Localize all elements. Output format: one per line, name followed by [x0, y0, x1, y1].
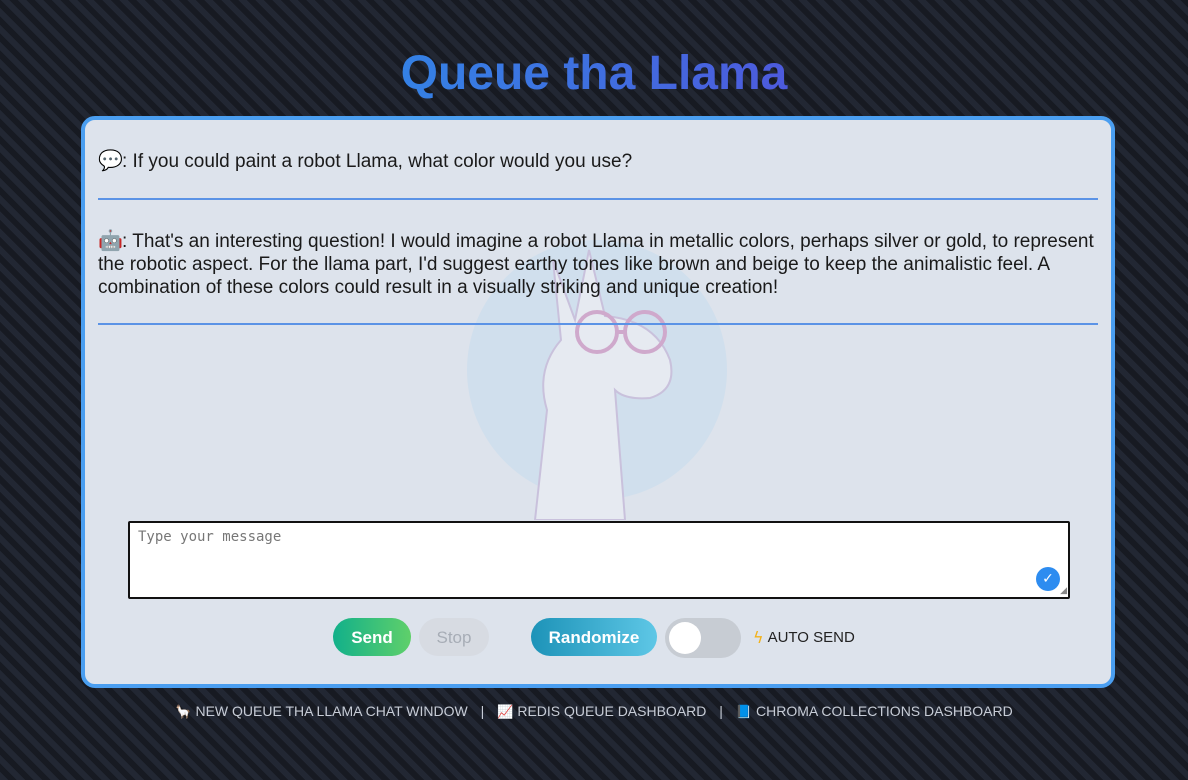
- auto-send-toggle[interactable]: [665, 618, 741, 658]
- auto-send-label-group: ϟ AUTO SEND: [753, 628, 855, 648]
- assistant-message: 🤖: That's an interesting question! I wou…: [98, 230, 1098, 299]
- page-title: Queue tha Llama: [0, 44, 1188, 104]
- chat-window: 💬: If you could paint a robot Llama, wha…: [81, 116, 1115, 688]
- check-icon[interactable]: ✓: [1036, 567, 1060, 591]
- robot-face-icon: 🤖: [98, 230, 123, 252]
- book-icon: 📘: [735, 705, 752, 720]
- footer-separator: |: [719, 703, 723, 719]
- footer-link-chroma-dashboard[interactable]: 📘 CHROMA COLLECTIONS DASHBOARD: [735, 703, 1013, 720]
- user-message: 💬: If you could paint a robot Llama, wha…: [98, 150, 1098, 173]
- randomize-button[interactable]: Randomize: [531, 618, 657, 656]
- toggle-knob: [669, 622, 701, 654]
- user-message-text: : If you could paint a robot Llama, what…: [122, 151, 633, 172]
- stop-button[interactable]: Stop: [419, 618, 489, 656]
- assistant-message-text: : That's an interesting question! I woul…: [98, 231, 1094, 298]
- auto-send-label: AUTO SEND: [767, 629, 855, 646]
- message-divider: [98, 198, 1098, 200]
- footer-link-new-chat[interactable]: 🦙 NEW QUEUE THA LLAMA CHAT WINDOW: [175, 703, 467, 720]
- message-input-box: ✓ ◢: [128, 521, 1070, 599]
- llama-icon: 🦙: [175, 705, 192, 720]
- chart-icon: 📈: [497, 705, 514, 720]
- send-button[interactable]: Send: [333, 618, 411, 656]
- message-divider: [98, 323, 1098, 325]
- resize-handle-icon[interactable]: ◢: [1060, 586, 1067, 596]
- speech-balloon-icon: 💬: [98, 150, 123, 172]
- footer-nav: 🦙 NEW QUEUE THA LLAMA CHAT WINDOW | 📈 REDI…: [0, 702, 1188, 722]
- footer-separator: |: [480, 703, 485, 719]
- footer-link-redis-dashboard[interactable]: 📈 REDIS QUEUE DASHBOARD: [497, 703, 706, 720]
- message-input[interactable]: [130, 523, 1066, 595]
- lightning-icon: ϟ: [753, 628, 764, 647]
